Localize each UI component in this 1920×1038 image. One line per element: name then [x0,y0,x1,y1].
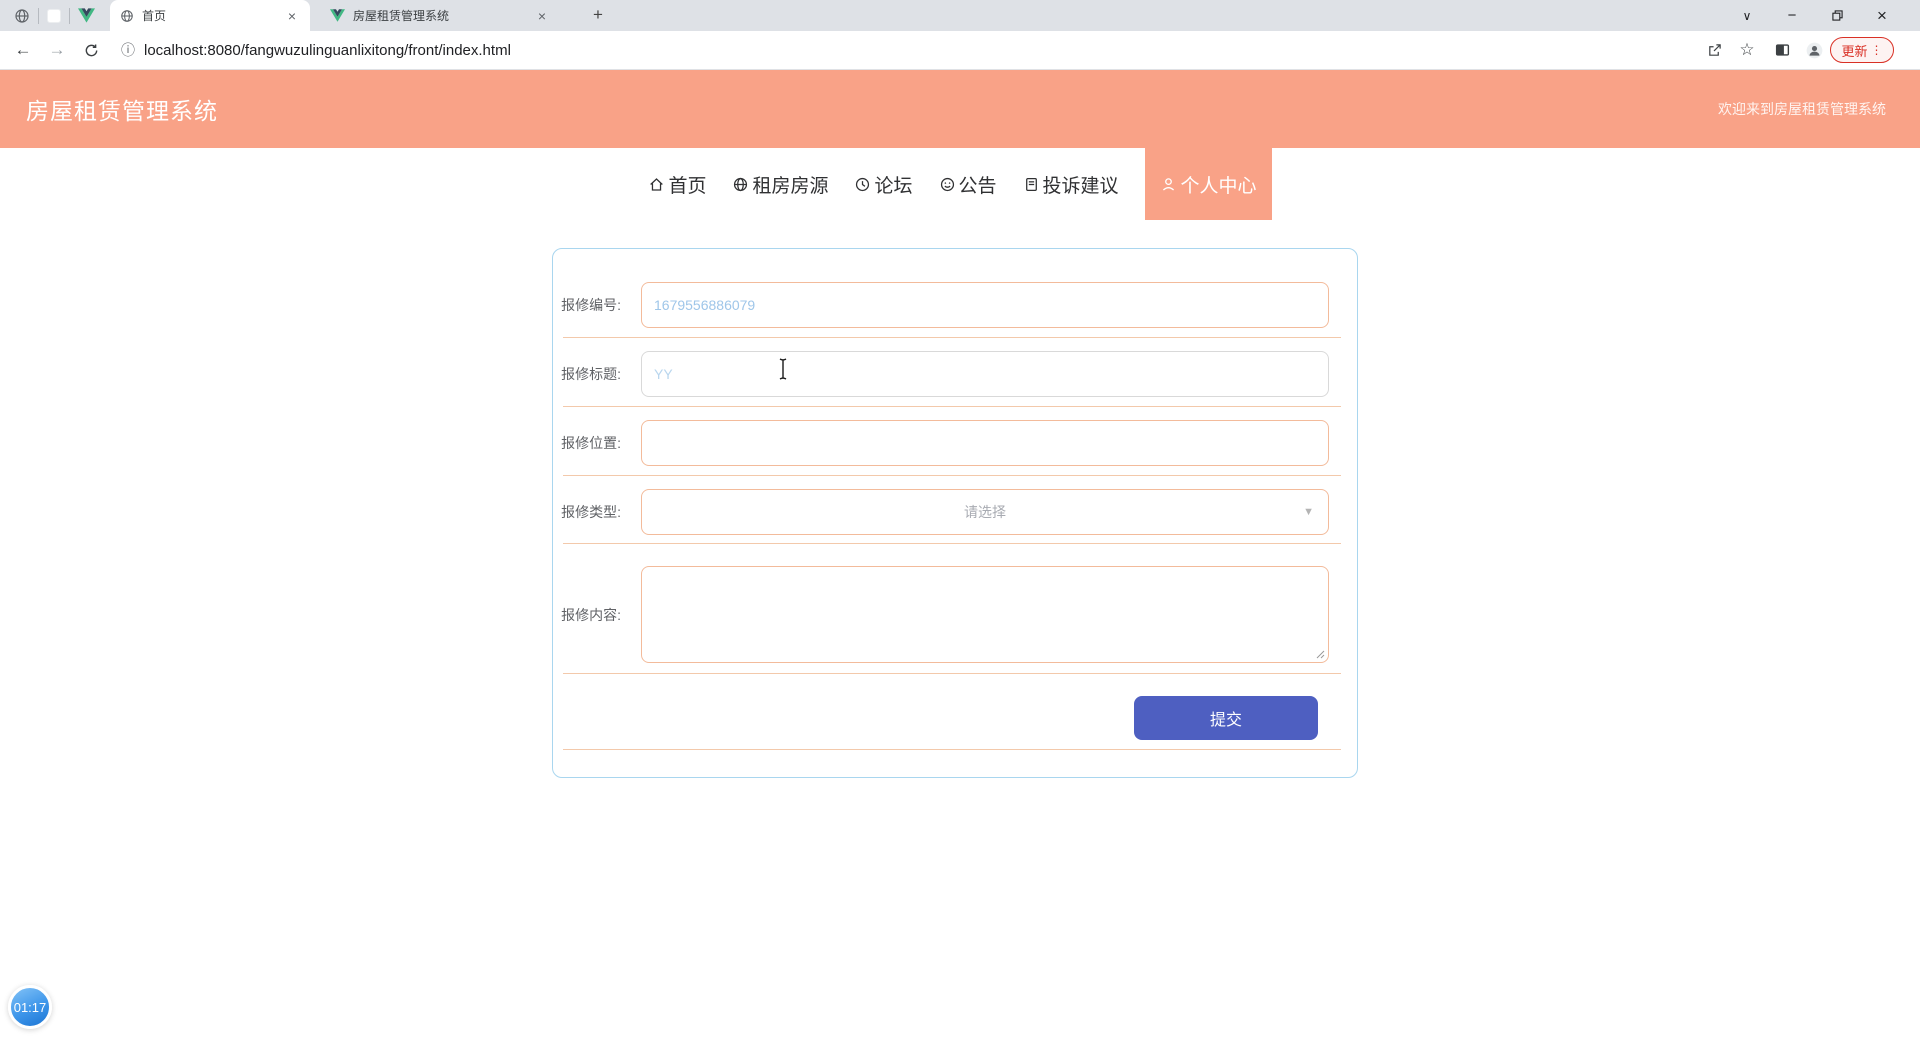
vue-pinned-tab[interactable] [78,8,95,23]
tab-home[interactable]: 首页 × [110,0,310,31]
side-panel-icon[interactable] [1768,31,1796,69]
repair-form-card: 报修编号: 报修标题: 报修位置: 报修类型: 请选择 ▼ 报修内容: 提交 [552,248,1358,778]
document-icon [1025,177,1037,191]
nav-label: 公告 [958,175,997,197]
forward-icon[interactable]: → [44,31,70,69]
tab-close-icon[interactable]: × [534,8,550,24]
nav-item-announcements[interactable]: 公告 [939,171,997,198]
globe-pinned-tab[interactable] [14,8,30,24]
row-divider [563,749,1341,750]
pinned-tab-separator [38,7,39,24]
profile-avatar[interactable] [1800,31,1828,69]
globe-icon [15,8,29,23]
tab-title: 首页 [142,9,167,23]
tab-rental-system[interactable]: 房屋租赁管理系统 × [320,0,560,31]
globe-icon [734,177,748,191]
update-label: 更新 [1841,43,1868,59]
blank-pinned-tab[interactable] [47,8,61,23]
row-divider [563,543,1341,544]
recording-timer-bubble[interactable]: 01:17 [8,985,52,1029]
nav-label: 首页 [668,175,707,197]
nav-label: 租房房源 [752,175,829,197]
app-header: 房屋租赁管理系统 欢迎来到房屋租赁管理系统 [0,70,1920,148]
window-menu-chevron-icon[interactable]: ∨ [1730,0,1764,31]
globe-favicon-icon [121,9,133,22]
repair-type-select[interactable]: 请选择 ▼ [641,489,1329,535]
repair-number-label: 报修编号: [561,297,621,313]
person-icon [1162,177,1174,191]
welcome-text: 欢迎来到房屋租赁管理系统 [1718,101,1886,117]
repair-title-input[interactable] [641,351,1329,397]
home-icon [650,177,664,191]
row-divider [563,475,1341,476]
nav-label: 投诉建议 [1042,175,1119,197]
smiley-icon [940,177,954,191]
submit-button[interactable]: 提交 [1134,696,1318,740]
nav-label: 论坛 [874,175,913,197]
nav-item-personal-center[interactable]: 个人中心 [1144,148,1272,220]
clock-icon [856,177,870,191]
tab-close-icon[interactable]: × [284,8,300,24]
tab-title: 房屋租赁管理系统 [353,9,450,23]
window-close-icon[interactable]: × [1865,0,1899,31]
repair-number-input[interactable] [641,282,1329,328]
nav-item-home[interactable]: 首页 [648,171,706,198]
row-divider [563,406,1341,407]
nav-item-complaints[interactable]: 投诉建议 [1023,171,1119,198]
text-cursor-icon [779,358,787,380]
main-nav: 首页 租房房源 论坛 公告 投诉建议 个人中心 [0,148,1920,220]
repair-location-input[interactable] [641,420,1329,466]
vue-logo-icon [78,8,95,23]
nav-label: 个人中心 [1180,175,1257,197]
new-tab-button[interactable]: + [585,2,611,28]
window-restore-icon[interactable] [1820,0,1854,31]
browser-tab-strip: 首页 × 房屋租赁管理系统 × + ∨ − × [0,0,1920,31]
back-icon[interactable]: ← [10,31,36,69]
vue-favicon-icon [330,9,345,22]
select-placeholder: 请选择 [964,504,1006,520]
address-bar[interactable]: localhost:8080/fangwuzulinguanlixitong/f… [144,31,511,69]
pinned-tab-separator [69,7,70,24]
recording-time: 01:17 [13,999,47,1015]
resize-grip-icon[interactable] [1315,649,1325,659]
row-divider [563,337,1341,338]
browser-toolbar: ← → ⓘ localhost:8080/fangwuzulinguanlixi… [0,31,1920,70]
site-info-icon[interactable]: ⓘ [116,31,140,69]
repair-content-textarea[interactable] [641,566,1329,663]
chevron-down-icon: ▼ [1303,506,1314,518]
chrome-update-button[interactable]: 更新 ⋮ [1830,37,1894,63]
nav-item-rentals[interactable]: 租房房源 [732,171,828,198]
repair-type-label: 报修类型: [561,504,621,520]
share-icon[interactable] [1700,31,1728,69]
nav-item-forum[interactable]: 论坛 [854,171,913,198]
refresh-icon[interactable] [78,31,104,69]
browser-menu-dots-icon: ⋮ [1870,43,1883,57]
window-minimize-icon[interactable]: − [1775,0,1809,31]
app-title: 房屋租赁管理系统 [26,98,218,124]
pinned-tabs [14,0,95,31]
repair-title-label: 报修标题: [561,366,621,382]
row-divider [563,673,1341,674]
repair-location-label: 报修位置: [561,435,621,451]
bookmark-star-icon[interactable]: ☆ [1733,31,1761,69]
repair-content-label: 报修内容: [561,606,621,623]
